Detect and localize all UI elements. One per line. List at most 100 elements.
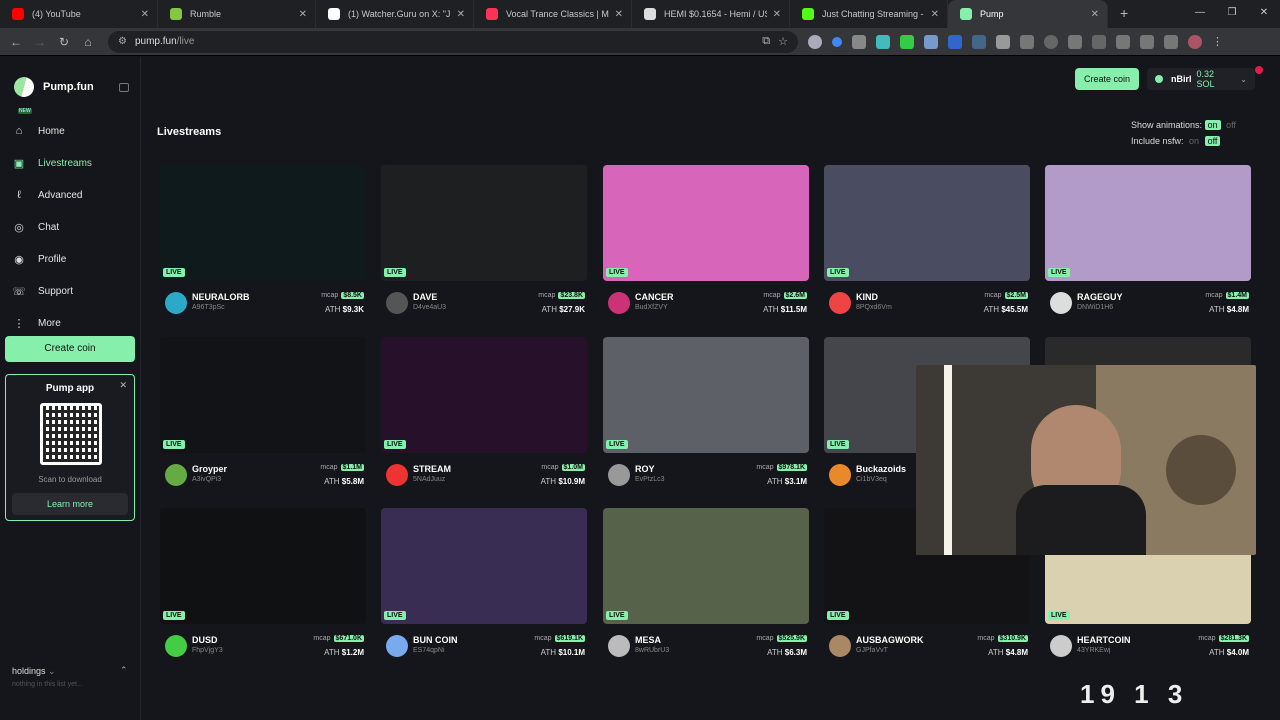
extension-icon[interactable] [924, 34, 938, 49]
stream-card[interactable]: LIVE MESA 8wRUbrU3 mcap $525.9K ATH $6.3M [603, 508, 809, 668]
create-coin-button[interactable]: Create coin [5, 336, 135, 362]
browser-tab[interactable]: Pump ✕ [948, 0, 1108, 28]
puzzle-icon[interactable] [1020, 34, 1034, 49]
close-tab-icon[interactable]: ✕ [773, 9, 781, 20]
brand[interactable]: Pump.fun [10, 73, 94, 101]
stream-thumbnail[interactable]: LIVE [603, 508, 809, 624]
browser-tab[interactable]: HEMI $0.1654 - Hemi / USDT o ✕ [632, 0, 790, 28]
extension-icon[interactable] [808, 34, 822, 49]
stream-card[interactable]: LIVE RAGEGUY DNWiD1H6 mcap $1.4M ATH $4.8… [1045, 165, 1251, 325]
wallet-icon [1155, 75, 1163, 83]
collapse-sidebar-icon[interactable] [119, 83, 129, 92]
extension-icon[interactable] [1068, 34, 1082, 49]
forward-icon[interactable]: → [28, 30, 52, 54]
holdings-dropdown[interactable]: holdings ⌄ [12, 666, 56, 677]
extension-icon[interactable] [876, 34, 890, 49]
close-icon[interactable]: ✕ [119, 380, 127, 391]
extension-icon[interactable] [852, 34, 866, 49]
stream-thumbnail[interactable]: LIVE [381, 337, 587, 453]
stream-thumbnail[interactable]: LIVE [160, 337, 366, 453]
browser-tab[interactable]: Just Chatting Streaming - Live S ✕ [790, 0, 948, 28]
sidebar-item-more[interactable]: ⋮ More [12, 307, 92, 339]
animations-off-toggle[interactable]: off [1223, 120, 1239, 130]
profile-avatar-icon[interactable] [1188, 34, 1202, 49]
site-info-icon[interactable]: ⚙ [118, 36, 127, 47]
stream-thumbnail[interactable]: LIVE [381, 508, 587, 624]
close-window-icon[interactable]: ✕ [1248, 0, 1280, 28]
sidebar-item-livestreams[interactable]: ▣ Livestreams [12, 147, 92, 179]
browser-tab[interactable]: Vocal Trance Classics | Mon ✕ [474, 0, 632, 28]
avatar [165, 292, 187, 314]
mcap-value: $2.5M [1004, 292, 1028, 299]
mcap-value: $2.6M [783, 292, 807, 299]
learn-more-button[interactable]: Learn more [12, 493, 128, 515]
extension-icon[interactable] [996, 34, 1010, 49]
stream-thumbnail[interactable]: LIVE [381, 165, 587, 281]
extension-icon[interactable] [1164, 34, 1178, 49]
stream-card[interactable]: LIVE CANCER BudXfZVY mcap $2.6M ATH $11.5… [603, 165, 809, 325]
stream-thumbnail[interactable]: LIVE [603, 337, 809, 453]
sidebar-item-chat[interactable]: ◎ NEW Chat [12, 108, 92, 243]
reload-icon[interactable]: ↻ [52, 30, 76, 54]
ath-value: $9.3K [342, 305, 364, 314]
ath: ATH $4.8M [988, 648, 1028, 657]
stream-card[interactable]: LIVE ROY EvPtzLc3 mcap $978.1K ATH $3.1M [603, 337, 809, 497]
bookmark-star-icon[interactable]: ☆ [778, 35, 788, 48]
stream-card[interactable]: LIVE KIND 8PQxd6Vm mcap $2.5M ATH $45.5M [824, 165, 1030, 325]
pumpfun-page: Pump.fun ⌂ Home ▣ Livestreams ℓ Advanced ◎ N… [0, 57, 1280, 720]
stream-card[interactable]: LIVE DUSD FhpVjgY3 mcap $671.0K ATH $1.2M [160, 508, 366, 668]
url-input[interactable]: ⚙ pump.fun/live ⧉ ☆ [108, 30, 798, 53]
stream-thumbnail[interactable]: LIVE [1045, 165, 1251, 281]
back-icon[interactable]: ← [4, 30, 28, 54]
extension-icon[interactable] [832, 36, 842, 47]
stream-meta: DAVE D4ve4aU3 mcap $23.8K ATH $27.9K [381, 288, 587, 318]
close-tab-icon[interactable]: ✕ [615, 9, 623, 20]
sidepanel-icon[interactable] [1116, 34, 1130, 49]
history-icon[interactable] [1044, 34, 1058, 49]
animations-on-toggle[interactable]: on [1204, 120, 1221, 130]
close-tab-icon[interactable]: ✕ [457, 9, 465, 20]
sidebar-item-advanced[interactable]: ℓ Advanced [12, 179, 92, 211]
extension-icon[interactable] [900, 34, 914, 49]
nsfw-off-toggle[interactable]: off [1204, 136, 1221, 146]
stream-card[interactable]: LIVE NEURALORB A96T3pSc mcap $8.5K ATH $9… [160, 165, 366, 325]
browser-tab[interactable]: (4) YouTube ✕ [0, 0, 158, 28]
browser-tab[interactable]: (1) Watcher.Guru on X: "JUST IN ✕ [316, 0, 474, 28]
stream-thumbnail[interactable]: LIVE [160, 165, 366, 281]
sidebar-item-profile[interactable]: ◉ Profile [12, 243, 92, 275]
stream-thumbnail[interactable]: LIVE [824, 165, 1030, 281]
ath: ATH $27.9K [542, 305, 585, 314]
minimize-icon[interactable]: — [1184, 0, 1216, 28]
home-browser-icon[interactable]: ⌂ [76, 30, 100, 54]
stream-card[interactable]: LIVE DAVE D4ve4aU3 mcap $23.8K ATH $27.9K [381, 165, 587, 325]
extension-icon[interactable] [1140, 34, 1154, 49]
filter-toggles: Show animations: on off Include nsfw: on… [1131, 117, 1239, 149]
extension-icon[interactable] [948, 34, 962, 49]
new-tab-button[interactable]: + [1120, 0, 1128, 28]
stream-thumbnail[interactable]: LIVE [160, 508, 366, 624]
stream-card[interactable]: LIVE STREAM 5NAdJuuz mcap $1.0M ATH $10.9… [381, 337, 587, 497]
sidebar-item-support[interactable]: ☏ Support [12, 275, 92, 307]
nsfw-on-toggle[interactable]: on [1186, 136, 1202, 146]
restore-icon[interactable]: ❐ [1216, 0, 1248, 28]
ath-label: ATH [763, 305, 779, 314]
menu-kebab-icon[interactable]: ⋮ [1212, 35, 1223, 49]
stream-card[interactable]: LIVE BUN COIN ES74qpNi mcap $619.1K ATH $… [381, 508, 587, 668]
chevron-down-icon: ⌄ [48, 666, 56, 676]
close-tab-icon[interactable]: ✕ [299, 9, 307, 20]
browser-tab[interactable]: Rumble ✕ [158, 0, 316, 28]
sidebar-item-home[interactable]: ⌂ Home [12, 115, 92, 147]
chevron-up-icon[interactable]: ⌃ [120, 665, 128, 676]
stream-thumbnail[interactable]: LIVE [603, 165, 809, 281]
devtools-icon[interactable] [1092, 34, 1106, 49]
extension-icon[interactable] [972, 34, 986, 49]
ath: ATH $5.8M [324, 477, 364, 486]
install-app-icon[interactable]: ⧉ [762, 35, 770, 48]
wallet-button[interactable]: nBirl 0.32 SOL ⌄ [1147, 68, 1255, 90]
close-tab-icon[interactable]: ✕ [141, 9, 149, 20]
stream-card[interactable]: LIVE Groyper A3ivQPi3 mcap $1.1M ATH $5.8… [160, 337, 366, 497]
close-tab-icon[interactable]: ✕ [1091, 9, 1099, 20]
browser-tabbar: (4) YouTube ✕ Rumble ✕ (1) Watcher.Guru … [0, 0, 1280, 28]
header-create-coin-button[interactable]: Create coin [1075, 68, 1139, 90]
close-tab-icon[interactable]: ✕ [931, 9, 939, 20]
